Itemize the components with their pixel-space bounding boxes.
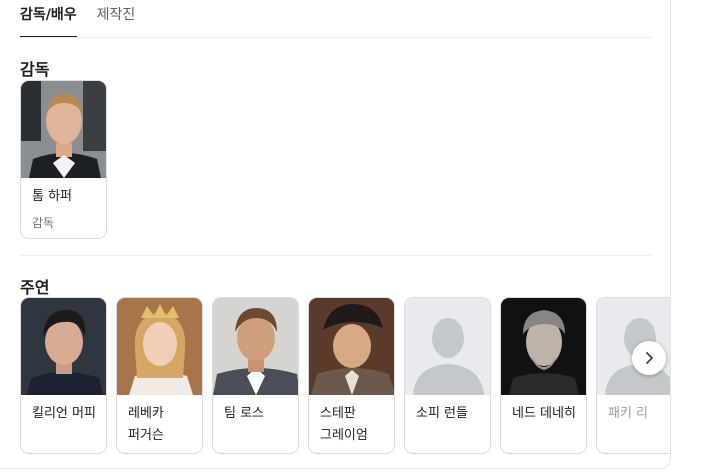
- cast-photo: [309, 298, 394, 395]
- director-role: 감독: [32, 216, 55, 230]
- chevron-right-icon: [646, 352, 653, 364]
- cast-name: 소피 런들: [416, 406, 468, 421]
- cast-name: 패키 리: [608, 406, 649, 421]
- cast-name: 킬리언 머피: [32, 406, 96, 421]
- cast-card[interactable]: 네드 데네히: [500, 297, 587, 454]
- cast-photo: [213, 298, 298, 395]
- cast-section-title: 주연: [20, 278, 50, 297]
- tab-divider: [20, 37, 651, 38]
- tab-director-cast[interactable]: 감독/배우: [20, 0, 77, 38]
- cast-photo: [117, 298, 202, 395]
- tab-crew[interactable]: 제작진: [97, 0, 136, 38]
- director-name: 톰 하퍼: [32, 189, 73, 204]
- person-placeholder-icon: [405, 298, 490, 395]
- section-divider: [20, 255, 651, 256]
- cast-photo: [501, 298, 586, 395]
- cast-crew-panel: 감독/배우 제작진 감독 톰 하퍼 감독 주연 킬리언 머피 레베카 퍼거슨 팀…: [0, 0, 671, 469]
- cast-name: 레베카 퍼거슨: [128, 406, 164, 443]
- tab-bar: 감독/배우 제작진: [20, 0, 155, 38]
- cast-card[interactable]: 킬리언 머피: [20, 297, 107, 454]
- cast-card[interactable]: 레베카 퍼거슨: [116, 297, 203, 454]
- cast-card[interactable]: 패키 리: [596, 297, 670, 454]
- cast-name: 네드 데네히: [512, 406, 576, 421]
- carousel-next-button[interactable]: [632, 341, 666, 375]
- director-card[interactable]: 톰 하퍼 감독: [20, 80, 107, 239]
- cast-photo: [21, 298, 106, 395]
- cast-card[interactable]: 소피 런들: [404, 297, 491, 454]
- cast-card[interactable]: 스테판 그레이엄: [308, 297, 395, 454]
- cast-name: 팀 로스: [224, 406, 265, 421]
- director-section-title: 감독: [20, 60, 50, 79]
- cast-card[interactable]: 팀 로스: [212, 297, 299, 454]
- director-photo: [21, 81, 106, 178]
- cast-name: 스테판 그레이엄: [320, 406, 368, 443]
